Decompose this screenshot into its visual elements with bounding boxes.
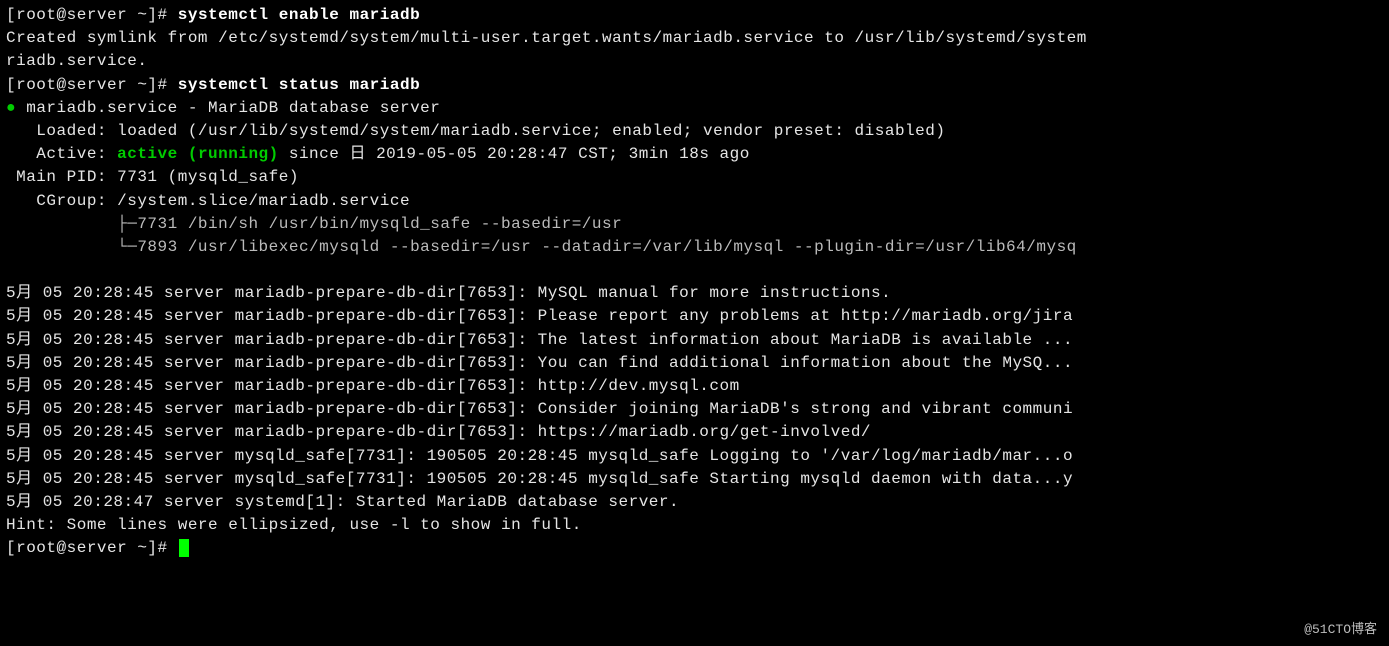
active-line: Active: active (running) since 日 2019-05… — [6, 145, 750, 163]
log-line: 5月 05 20:28:45 server mariadb-prepare-db… — [6, 423, 871, 441]
cgroup-process-2: └─7893 /usr/libexec/mysqld --basedir=/us… — [6, 238, 1077, 256]
output-line: Created symlink from /etc/systemd/system… — [6, 29, 1087, 47]
main-pid-line: Main PID: 7731 (mysqld_safe) — [6, 168, 299, 186]
status-dot-icon: ● — [6, 99, 16, 117]
log-line: 5月 05 20:28:47 server systemd[1]: Starte… — [6, 493, 679, 511]
active-state: active (running) — [117, 145, 279, 163]
hint-line: Hint: Some lines were ellipsized, use -l… — [6, 516, 582, 534]
cursor-icon — [179, 539, 189, 557]
command-2: systemctl status mariadb — [178, 76, 420, 94]
log-line: 5月 05 20:28:45 server mariadb-prepare-db… — [6, 377, 740, 395]
service-title-line: ● mariadb.service - MariaDB database ser… — [6, 99, 440, 117]
log-line: 5月 05 20:28:45 server mariadb-prepare-db… — [6, 354, 1073, 372]
log-line: 5月 05 20:28:45 server mysqld_safe[7731]:… — [6, 447, 1073, 465]
terminal-output[interactable]: [root@server ~]# systemctl enable mariad… — [0, 0, 1389, 561]
log-line: 5月 05 20:28:45 server mariadb-prepare-db… — [6, 284, 891, 302]
watermark-text: @51CTO博客 — [1304, 621, 1377, 640]
log-line: 5月 05 20:28:45 server mariadb-prepare-db… — [6, 307, 1073, 325]
cgroup-line: CGroup: /system.slice/mariadb.service — [6, 192, 410, 210]
log-line: 5月 05 20:28:45 server mysqld_safe[7731]:… — [6, 470, 1073, 488]
loaded-line: Loaded: loaded (/usr/lib/systemd/system/… — [6, 122, 945, 140]
cgroup-process-1: ├─7731 /bin/sh /usr/bin/mysqld_safe --ba… — [6, 215, 622, 233]
output-line: riadb.service. — [6, 52, 147, 70]
log-line: 5月 05 20:28:45 server mariadb-prepare-db… — [6, 400, 1073, 418]
prompt-line-1: [root@server ~]# systemctl enable mariad… — [6, 6, 420, 24]
log-line: 5月 05 20:28:45 server mariadb-prepare-db… — [6, 331, 1073, 349]
command-1: systemctl enable mariadb — [178, 6, 420, 24]
prompt-line-2: [root@server ~]# systemctl status mariad… — [6, 76, 420, 94]
prompt-line-3[interactable]: [root@server ~]# — [6, 539, 189, 557]
